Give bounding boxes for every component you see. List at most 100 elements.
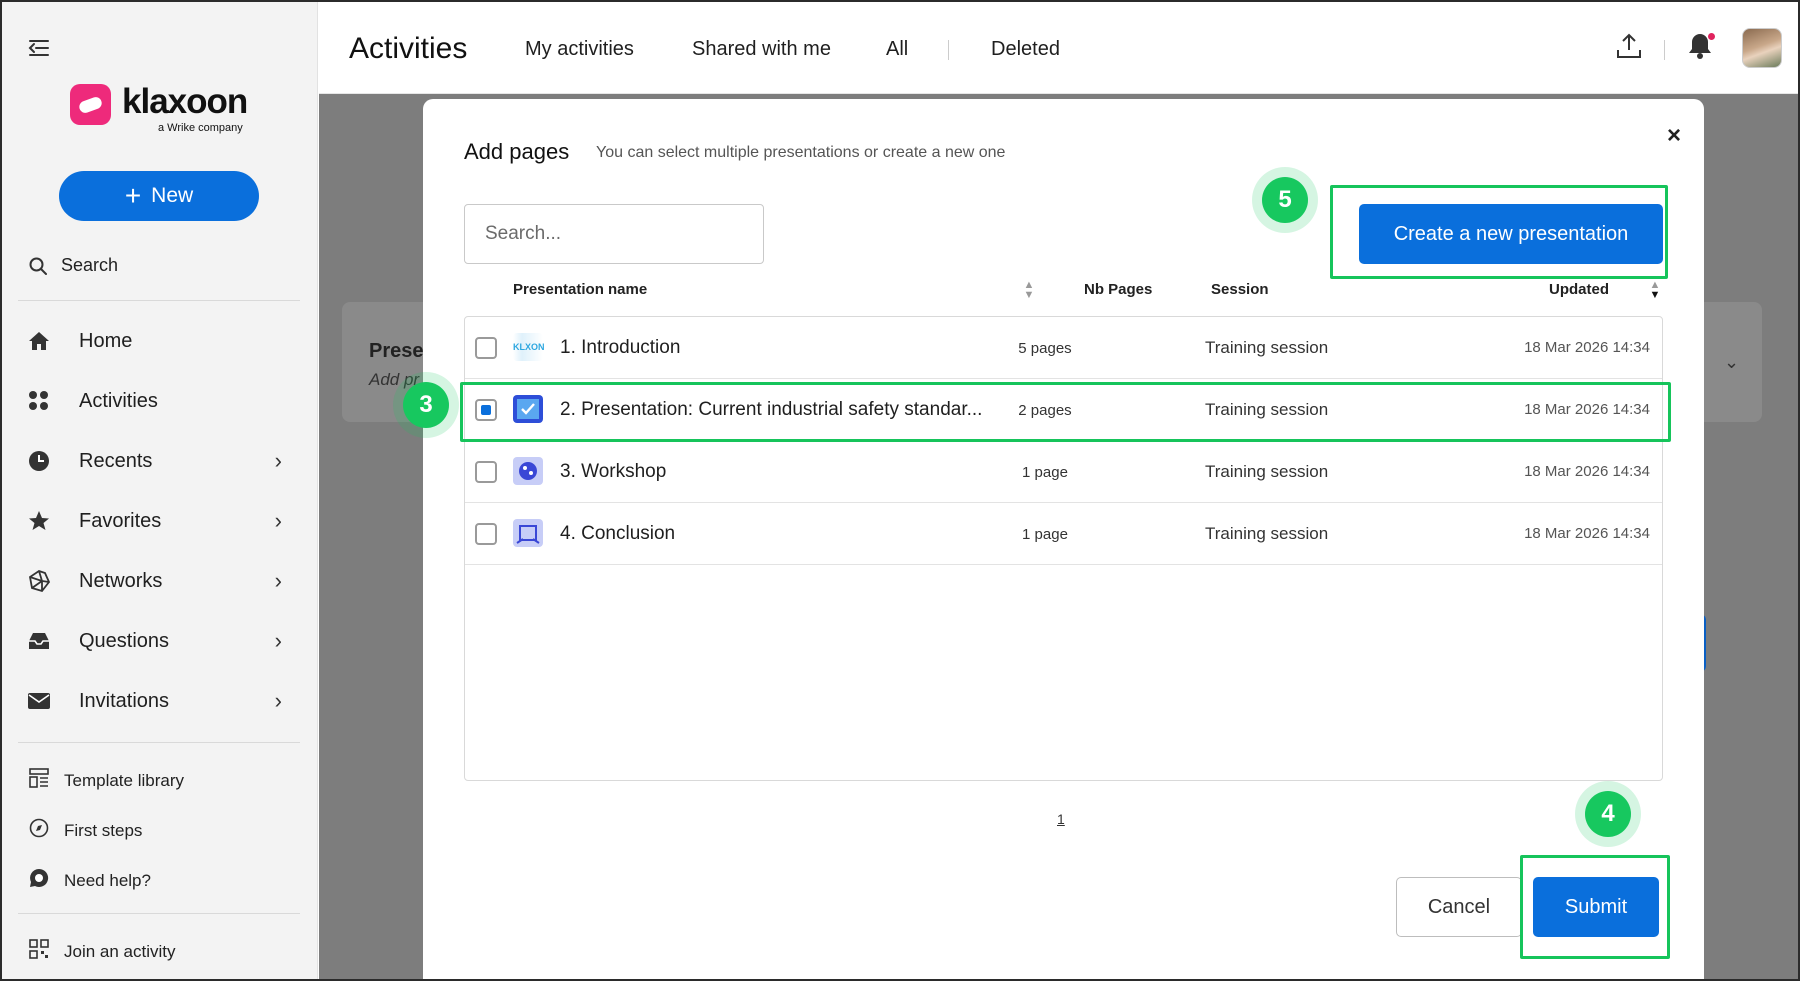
sidebar-item-label: Activities: [79, 389, 158, 412]
divider: [18, 300, 300, 301]
tab-deleted[interactable]: Deleted: [991, 38, 1060, 61]
presentation-session: Training session: [1205, 462, 1329, 481]
sort-icon[interactable]: ▲ ▼: [1023, 280, 1035, 301]
header-separator: [1664, 40, 1665, 60]
sidebar-item-home[interactable]: Home: [26, 321, 294, 361]
activities-grid-icon: [26, 388, 52, 414]
util-item-label: Template library: [64, 770, 184, 790]
column-header-pages: Nb Pages: [1084, 281, 1153, 298]
klaxoon-logo-mark: [70, 84, 111, 125]
help-chat-icon: [28, 868, 50, 893]
template-icon: [28, 768, 50, 793]
svg-text:KLXON: KLXON: [513, 342, 545, 352]
presentation-pages: 1 page: [1022, 464, 1068, 481]
star-icon: [26, 508, 52, 534]
logo-subtext: a Wrike company: [158, 122, 243, 134]
sidebar-item-recents[interactable]: Recents ›: [26, 441, 294, 481]
sidebar-item-invitations[interactable]: Invitations ›: [26, 681, 294, 721]
sidebar-search-label: Search: [61, 255, 119, 275]
klaxoon-logo[interactable]: klaxoon a Wrike company: [70, 82, 260, 138]
table-row[interactable]: KLXON 1. Introduction 5 pages Training s…: [465, 317, 1662, 379]
avatar[interactable]: [1742, 28, 1782, 68]
new-button[interactable]: + New: [59, 171, 259, 221]
step-badge-5: 5: [1262, 177, 1308, 223]
highlight-create-button: [1330, 185, 1668, 279]
row-checkbox[interactable]: [475, 461, 497, 483]
sidebar-need-help[interactable]: Need help?: [28, 868, 151, 893]
qr-code-icon: [28, 939, 50, 964]
chevron-right-icon: ›: [274, 448, 282, 473]
close-icon[interactable]: ×: [1659, 121, 1689, 151]
tab-shared-with-me[interactable]: Shared with me: [692, 38, 831, 61]
compass-icon: [28, 818, 50, 843]
sidebar-item-label: Invitations: [79, 689, 170, 712]
sidebar-template-library[interactable]: Template library: [28, 768, 184, 793]
util-item-label: First steps: [64, 820, 143, 840]
sidebar-join-activity[interactable]: Join an activity: [28, 939, 176, 964]
highlight-submit-button: [1520, 855, 1670, 959]
plus-icon: +: [124, 180, 142, 211]
sidebar-first-steps[interactable]: First steps: [28, 818, 142, 843]
table-row[interactable]: 4. Conclusion 1 page Training session 18…: [465, 503, 1662, 565]
presentation-name: 4. Conclusion: [560, 523, 676, 544]
sidebar-item-networks[interactable]: Networks ›: [26, 561, 294, 601]
presentation-updated: 18 Mar 2026 14:34: [1524, 525, 1650, 542]
sidebar-item-activities[interactable]: Activities: [26, 381, 294, 421]
presentation-thumbnail: [513, 519, 543, 547]
chevron-right-icon: ›: [274, 508, 282, 533]
new-button-label: New: [151, 184, 194, 207]
presentation-session: Training session: [1205, 524, 1329, 543]
sidebar-item-favorites[interactable]: Favorites ›: [26, 501, 294, 541]
search-input[interactable]: [464, 204, 764, 264]
sidebar-item-label: Favorites: [79, 509, 162, 532]
search-icon: [29, 257, 47, 275]
page-title: Activities: [349, 32, 468, 65]
util-item-label: Need help?: [64, 870, 151, 890]
column-header-name[interactable]: Presentation name: [513, 281, 647, 298]
logo-text: klaxoon: [122, 82, 248, 121]
sidebar-item-questions[interactable]: Questions ›: [26, 621, 294, 661]
inbox-icon: [26, 628, 52, 654]
divider: [18, 742, 300, 743]
network-icon: [26, 568, 52, 594]
presentation-updated: 18 Mar 2026 14:34: [1524, 339, 1650, 356]
app-window: klaxoon a Wrike company + New Search Hom…: [0, 0, 1800, 981]
tab-my-activities[interactable]: My activities: [525, 38, 634, 61]
presentation-updated: 18 Mar 2026 14:34: [1524, 463, 1650, 480]
notification-dot: [1708, 33, 1715, 40]
column-header-updated[interactable]: Updated: [1549, 281, 1609, 298]
sidebar-item-label: Questions: [79, 629, 170, 652]
step-badge-4: 4: [1585, 791, 1631, 837]
highlight-selected-row: [460, 382, 1671, 442]
row-checkbox[interactable]: [475, 337, 497, 359]
tab-all[interactable]: All: [886, 38, 908, 61]
pagination-page[interactable]: 1: [1057, 811, 1065, 827]
background-section-title: Prese: [369, 340, 424, 362]
modal-subtitle: You can select multiple presentations or…: [596, 144, 1006, 161]
chevron-down-icon: ⌄: [1724, 352, 1740, 372]
chevron-right-icon: ›: [274, 628, 282, 653]
presentation-pages: 1 page: [1022, 526, 1068, 543]
chevron-right-icon: ›: [274, 568, 282, 593]
sidebar-item-label: Home: [79, 329, 133, 352]
presentation-name: 3. Workshop: [560, 461, 667, 482]
chevron-right-icon: ›: [274, 688, 282, 713]
presentation-thumbnail: KLXON: [513, 333, 545, 361]
tab-separator: [948, 40, 949, 60]
sort-desc-icon[interactable]: ▲ ▼: [1649, 280, 1661, 301]
sidebar-item-label: Networks: [79, 569, 163, 592]
presentation-session: Training session: [1205, 338, 1329, 357]
join-activity-label: Join an activity: [64, 941, 176, 961]
row-checkbox[interactable]: [475, 523, 497, 545]
sidebar-item-label: Recents: [79, 449, 153, 472]
collapse-sidebar-icon[interactable]: [28, 38, 50, 58]
sidebar-search[interactable]: Search: [29, 255, 118, 276]
column-header-session: Session: [1211, 281, 1269, 298]
table-row[interactable]: 3. Workshop 1 page Training session 18 M…: [465, 441, 1662, 503]
presentation-name: 1. Introduction: [560, 337, 681, 358]
cancel-button[interactable]: Cancel: [1396, 877, 1522, 937]
export-icon[interactable]: [1615, 32, 1643, 67]
envelope-icon: [26, 688, 52, 714]
divider: [18, 913, 300, 914]
presentation-pages: 5 pages: [1018, 340, 1072, 357]
